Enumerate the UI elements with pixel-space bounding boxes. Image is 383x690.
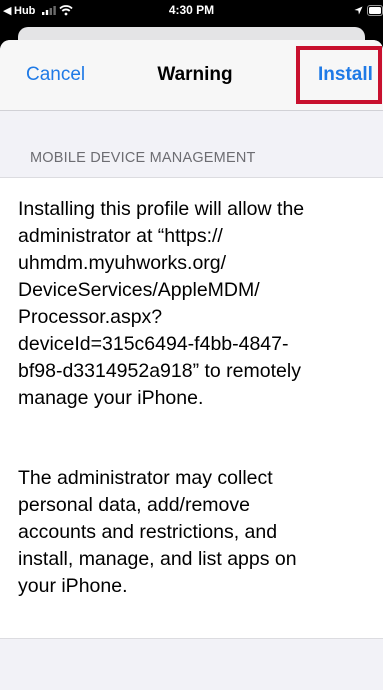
status-bar: ◀ Hub 4:30 PM <box>0 0 383 22</box>
status-time: 4:30 PM <box>168 3 215 17</box>
battery-icon <box>367 5 383 16</box>
install-profile-sheet: Cancel Warning Install MOBILE DEVICE MAN… <box>0 40 383 690</box>
location-icon <box>354 6 363 15</box>
navigation-bar: Cancel Warning Install <box>0 40 383 111</box>
warning-paragraph-remote-management: Installing this profile will allow the a… <box>18 198 305 409</box>
install-highlight-box <box>296 46 382 104</box>
warning-paragraph-data-collection: The administrator may collect personal d… <box>18 467 297 597</box>
section-header: MOBILE DEVICE MANAGEMENT <box>30 150 256 166</box>
